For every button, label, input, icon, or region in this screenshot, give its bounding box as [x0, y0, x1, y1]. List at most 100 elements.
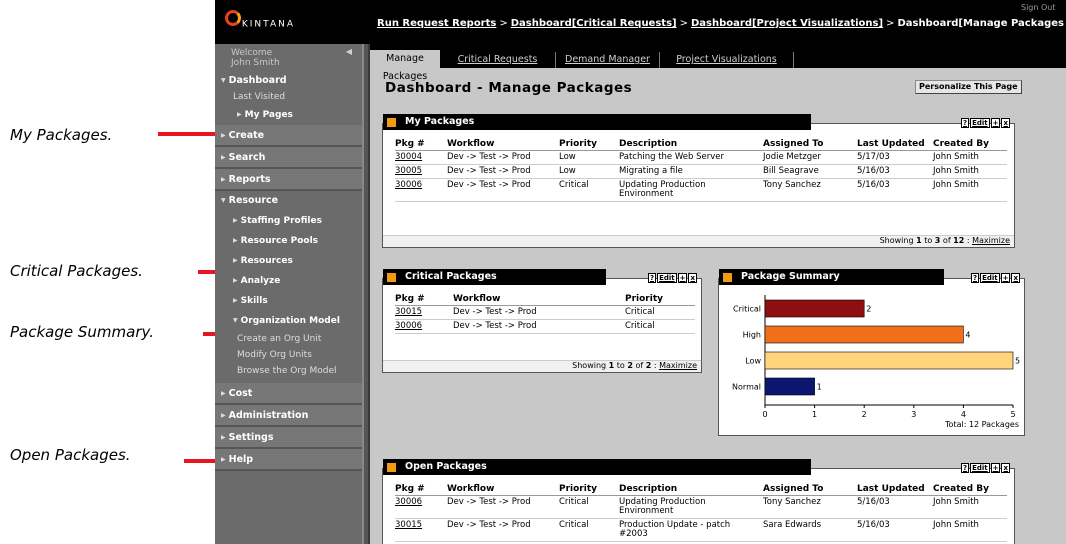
help-icon[interactable]: ? [648, 273, 657, 283]
table-cell: 5/16/03 [857, 495, 933, 519]
category-label: High [743, 331, 761, 340]
table-cell: Critical [559, 178, 619, 202]
chevron-down-icon: ▼ [221, 77, 226, 84]
column-header: Assigned To [763, 485, 857, 496]
kintana-logo-icon [225, 10, 241, 26]
sidebar-item-analyze[interactable]: ▶ Analyze [215, 271, 362, 291]
tab-demand-manager[interactable]: Demand Manager [556, 52, 660, 68]
sidebar-item-administration[interactable]: ▶ Administration [215, 405, 362, 427]
close-icon[interactable]: x [1011, 273, 1020, 283]
sidebar-splitter[interactable] [362, 44, 370, 544]
edit-button[interactable]: Edit [980, 273, 1000, 283]
add-icon[interactable]: + [677, 273, 688, 283]
edit-button[interactable]: Edit [970, 463, 990, 473]
chevron-right-icon: ▶ [221, 412, 226, 419]
sidebar-item-help[interactable]: ▶ Help [215, 449, 362, 471]
help-icon[interactable]: ? [961, 118, 970, 128]
category-label: Low [745, 357, 761, 366]
sidebar-item-create-org-unit[interactable]: Create an Org Unit [215, 331, 362, 347]
help-icon[interactable]: ? [961, 463, 970, 473]
package-number-link[interactable]: 30015 [395, 305, 453, 320]
kintana-logo[interactable]: KINTANA [225, 10, 295, 32]
pagination-status: Showing 1 to 2 of 2 : Maximize [572, 361, 697, 370]
sidebar-item-browse-org-model[interactable]: Browse the Org Model [215, 363, 362, 383]
column-header: Created By [933, 485, 1007, 496]
breadcrumb-item[interactable]: Dashboard[Project Visualizations] [691, 18, 883, 29]
close-icon[interactable]: x [1001, 463, 1010, 473]
table-cell: Migrating a file [619, 164, 763, 179]
table-cell: Critical [625, 305, 695, 320]
sign-out-link[interactable]: Sign Out [1021, 3, 1056, 12]
breadcrumb-item[interactable]: Run Request Reports [377, 18, 496, 29]
sidebar-item-cost[interactable]: ▶ Cost [215, 383, 362, 405]
maximize-link[interactable]: Maximize [659, 361, 697, 370]
sidebar-item-settings[interactable]: ▶ Settings [215, 427, 362, 449]
table-cell: Critical [625, 319, 695, 334]
package-number-link[interactable]: 30006 [395, 178, 447, 202]
my-packages-portlet: My Packages ? Edit + x Pkg # Workflow Prior… [382, 114, 1015, 248]
chevron-down-icon: ▼ [221, 197, 226, 204]
add-icon[interactable]: + [1000, 273, 1011, 283]
sidebar-item-my-pages[interactable]: ▶ My Pages [215, 105, 362, 125]
collapse-sidebar-icon[interactable]: ◀ [346, 47, 352, 57]
chevron-right-icon: ▶ [221, 390, 226, 397]
table-cell: Tony Sanchez [763, 495, 857, 519]
table-cell: John Smith [933, 150, 1007, 165]
sidebar-item-resource[interactable]: ▼ Resource [215, 191, 362, 211]
package-number-link[interactable]: 30006 [395, 319, 453, 334]
sidebar-item-resources[interactable]: ▶ Resources [215, 251, 362, 271]
chevron-right-icon: ▶ [221, 154, 226, 161]
edit-button[interactable]: Edit [970, 118, 990, 128]
close-icon[interactable]: x [1001, 118, 1010, 128]
package-number-link[interactable]: 30015 [395, 518, 447, 542]
sidebar-item-create[interactable]: ▶ Create [215, 125, 362, 147]
open-packages-header: Open Packages [383, 459, 811, 475]
table-cell: Tony Sanchez [763, 178, 857, 202]
category-label: Normal [732, 383, 761, 392]
breadcrumb-item[interactable]: Dashboard[Critical Requests] [511, 18, 677, 29]
edit-button[interactable]: Edit [657, 273, 677, 283]
data-label: 2 [866, 305, 871, 314]
sidebar: Welcome John Smith ◀ ▼ Dashboard Last Vis… [215, 44, 362, 544]
sidebar-item-search[interactable]: ▶ Search [215, 147, 362, 169]
welcome-panel: Welcome John Smith ◀ [215, 44, 362, 72]
package-number-link[interactable]: 30004 [395, 150, 447, 165]
help-icon[interactable]: ? [971, 273, 980, 283]
portlet-square-icon [387, 463, 396, 472]
sidebar-item-resource-pools[interactable]: ▶ Resource Pools [215, 231, 362, 251]
add-icon[interactable]: + [990, 463, 1001, 473]
chevron-right-icon: ▶ [233, 257, 238, 264]
tab-project-visualizations[interactable]: Project Visualizations [660, 52, 794, 68]
table-cell: 5/16/03 [857, 164, 933, 179]
close-icon[interactable]: x [688, 273, 697, 283]
sidebar-item-reports[interactable]: ▶ Reports [215, 169, 362, 191]
open-packages-portlet: Open Packages ? Edit + x Pkg # Workflow Pri… [382, 459, 1015, 544]
bar [764, 325, 964, 344]
x-tick-label: 1 [812, 410, 817, 419]
sidebar-item-modify-org-units[interactable]: Modify Org Units [215, 347, 362, 363]
column-header: Description [619, 485, 763, 496]
table-cell: Dev -> Test -> Prod [447, 518, 559, 542]
personalize-page-button[interactable]: Personalize This Page [915, 80, 1022, 94]
sidebar-item-dashboard[interactable]: ▼ Dashboard [215, 72, 362, 89]
tab-manage-packages[interactable]: Manage Packages [370, 50, 440, 82]
table-row: 30006 Dev -> Test -> Prod Critical [395, 319, 695, 334]
sidebar-item-last-visited[interactable]: Last Visited [215, 89, 362, 105]
bar [764, 377, 815, 396]
add-icon[interactable]: + [990, 118, 1001, 128]
package-number-link[interactable]: 30005 [395, 164, 447, 179]
portlet-controls: ? Edit + x [960, 463, 1010, 473]
column-header: Pkg # [395, 485, 447, 496]
column-header: Last Updated [857, 485, 933, 496]
tab-critical-requests[interactable]: Critical Requests [440, 52, 556, 68]
sidebar-item-organization-model[interactable]: ▼ Organization Model [215, 311, 362, 331]
package-number-link[interactable]: 30006 [395, 495, 447, 519]
table-header-row: Pkg # Workflow Priority [395, 295, 695, 306]
chevron-right-icon: ▶ [221, 456, 226, 463]
callout-open-packages: Open Packages. [10, 446, 131, 464]
total-packages-label: Total: 12 Packages [944, 420, 1019, 429]
sidebar-item-staffing-profiles[interactable]: ▶ Staffing Profiles [215, 211, 362, 231]
maximize-link[interactable]: Maximize [972, 236, 1010, 245]
sidebar-item-skills[interactable]: ▶ Skills [215, 291, 362, 311]
chevron-right-icon: ▶ [221, 434, 226, 441]
